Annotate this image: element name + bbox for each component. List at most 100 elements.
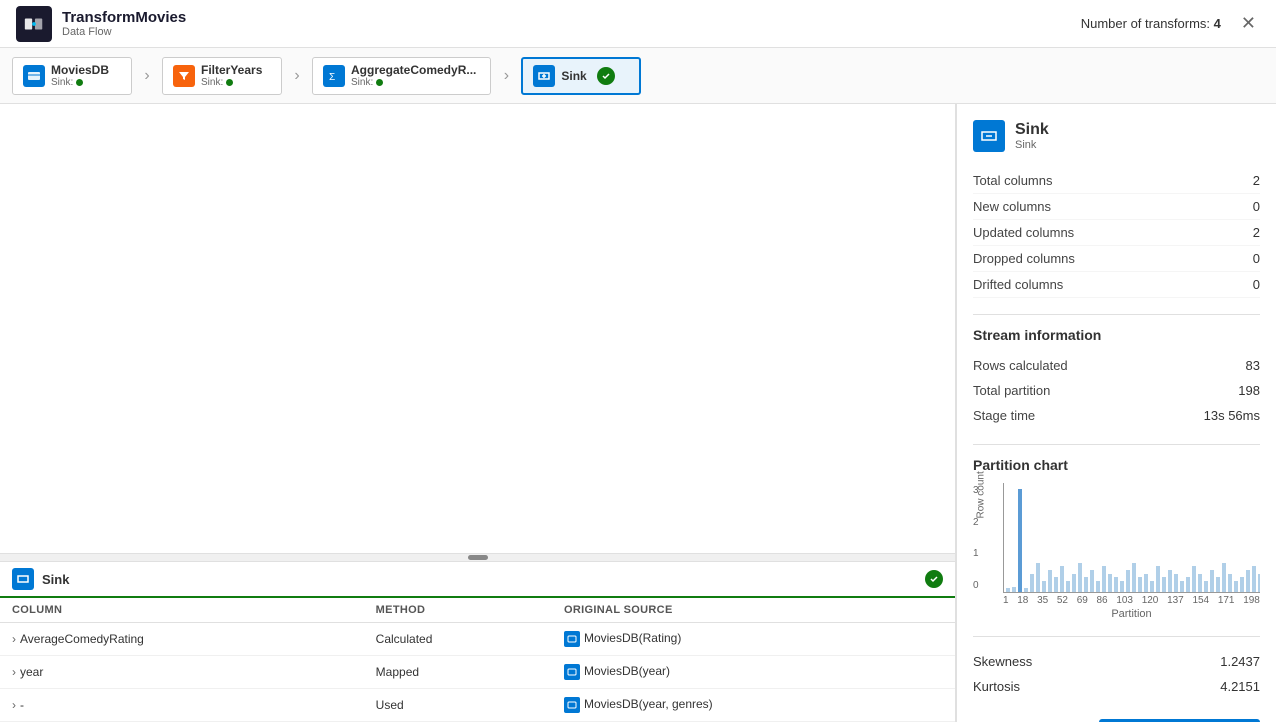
stat-value: 0 [1253, 251, 1260, 266]
col-cell: ›AverageComedyRating [0, 623, 364, 656]
app-title: TransformMovies [62, 9, 186, 26]
moviesdb-text: MoviesDB Sink: [51, 63, 109, 88]
stream-row: Rows calculated83 [973, 353, 1260, 378]
stream-value: 13s 56ms [1204, 408, 1260, 423]
stats-section: Total columns 2 New columns0Updated column… [973, 168, 1260, 298]
chart-bar [1162, 577, 1166, 592]
skewness-value: 1.2437 [1220, 654, 1260, 669]
chart-bar [1006, 588, 1010, 592]
chart-bar [1096, 581, 1100, 592]
pipeline-step-sink[interactable]: Sink [521, 57, 641, 95]
chart-bars-container [1003, 483, 1260, 593]
step-box-moviesdb[interactable]: MoviesDB Sink: [12, 57, 132, 95]
stat-value: 0 [1253, 277, 1260, 292]
close-button[interactable]: ✕ [1237, 9, 1260, 38]
filteryears-name: FilterYears [201, 63, 262, 77]
filteryears-text: FilterYears Sink: [201, 63, 262, 88]
method-cell: Used [364, 689, 552, 722]
chart-bar [1234, 581, 1238, 592]
table-row[interactable]: ›AverageComedyRating Calculated MoviesDB… [0, 623, 955, 656]
table-row[interactable]: ›year Mapped MoviesDB(year) [0, 656, 955, 689]
right-panel-titles: Sink Sink [1015, 121, 1049, 151]
chart-bar [1210, 570, 1214, 592]
pipeline: MoviesDB Sink: › FilterYears Sink: › Σ A… [0, 48, 1276, 104]
step-box-filteryears[interactable]: FilterYears Sink: [162, 57, 282, 95]
chart-bar [1066, 581, 1070, 592]
x-axis-title: Partition [1003, 608, 1260, 620]
transforms-label: Number of transforms: 4 [1081, 16, 1221, 31]
chart-bar [1060, 566, 1064, 592]
stream-label: Total partition [973, 383, 1050, 398]
chart-bar [1216, 577, 1220, 592]
chart-bar [1084, 577, 1088, 592]
chart-bar [1120, 581, 1124, 592]
sink-table-check [925, 570, 943, 588]
scroll-hint[interactable] [0, 553, 955, 561]
step-box-sink[interactable]: Sink [521, 57, 641, 95]
stream-label: Rows calculated [973, 358, 1068, 373]
chart-bar [1102, 566, 1106, 592]
aggregate-icon: Σ [323, 65, 345, 87]
arrow-2: › [282, 57, 312, 95]
method-cell: Mapped [364, 656, 552, 689]
chart-bar [1156, 566, 1160, 592]
header-right: Number of transforms: 4 ✕ [1081, 9, 1260, 38]
step-box-aggregate[interactable]: Σ AggregateComedyR... Sink: [312, 57, 491, 95]
filteryears-icon [173, 65, 195, 87]
chart-bar [1072, 574, 1076, 592]
chart-bar [1012, 587, 1016, 593]
kurtosis-label: Kurtosis [973, 679, 1020, 694]
aggregate-text: AggregateComedyR... Sink: [351, 63, 476, 88]
chart-bar [1048, 570, 1052, 592]
chart-bar [1150, 581, 1154, 592]
chart-bar [1090, 570, 1094, 592]
stat-value: 2 [1253, 173, 1260, 188]
source-cell: MoviesDB(year, genres) [552, 689, 955, 722]
source-icon [564, 697, 580, 713]
aggregate-name: AggregateComedyR... [351, 63, 476, 77]
skew-section: Skewness 1.2437 Kurtosis 4.2151 [973, 649, 1260, 699]
kurtosis-value: 4.2151 [1220, 679, 1260, 694]
stream-label: Stage time [973, 408, 1035, 423]
col-header-source: ORIGINAL SOURCE [552, 598, 955, 623]
arrow-1: › [132, 57, 162, 95]
app-icon [16, 6, 52, 42]
stat-label: Total columns [973, 173, 1052, 188]
pipeline-step-filteryears[interactable]: FilterYears Sink: [162, 57, 282, 95]
sink-table-header: Sink [0, 562, 955, 598]
divider-2 [973, 444, 1260, 445]
header: TransformMovies Data Flow Number of tran… [0, 0, 1276, 48]
stat-row: New columns0 [973, 194, 1260, 220]
edit-btn-container: Edit transformation [973, 711, 1260, 722]
aggregate-sub: Sink: [351, 77, 476, 88]
table-container: COLUMN METHOD ORIGINAL SOURCE ›AverageCo… [0, 598, 955, 722]
stat-row: Updated columns2 [973, 220, 1260, 246]
col-cell: ›year [0, 656, 364, 689]
moviesdb-icon [23, 65, 45, 87]
chart-bar [1198, 574, 1202, 592]
stream-rows: Rows calculated83Total partition198Stage… [973, 353, 1260, 428]
sink-check-badge [597, 67, 615, 85]
stat-label: Drifted columns [973, 277, 1063, 292]
chart-section: Partition chart 3 2 1 0 Row count 1 18 3… [973, 457, 1260, 620]
col-cell: ›- [0, 689, 364, 722]
divider-1 [973, 314, 1260, 315]
stream-row: Total partition198 [973, 378, 1260, 403]
pipeline-step-aggregate[interactable]: Σ AggregateComedyR... Sink: [312, 57, 491, 95]
sink-step-name: Sink [561, 69, 586, 83]
bottom-section: Sink COLUMN METHOD ORIGINAL SOURCE [0, 561, 955, 722]
main: Sink COLUMN METHOD ORIGINAL SOURCE [0, 104, 1276, 722]
sink-table-title: Sink [12, 568, 69, 590]
table-row[interactable]: ›- Used MoviesDB(year, genres) [0, 689, 955, 722]
col-header-column: COLUMN [0, 598, 364, 623]
right-panel-header: Sink Sink [973, 120, 1260, 152]
arrow-3: › [491, 57, 521, 95]
chart-bar [1132, 563, 1136, 592]
stat-value: 0 [1253, 199, 1260, 214]
chart-bar [1240, 577, 1244, 592]
svg-text:Σ: Σ [329, 72, 335, 83]
stream-row: Stage time 13s 56ms [973, 403, 1260, 428]
col-header-method: METHOD [364, 598, 552, 623]
pipeline-step-moviesdb[interactable]: MoviesDB Sink: [12, 57, 132, 95]
row-chevron: › [12, 665, 16, 679]
